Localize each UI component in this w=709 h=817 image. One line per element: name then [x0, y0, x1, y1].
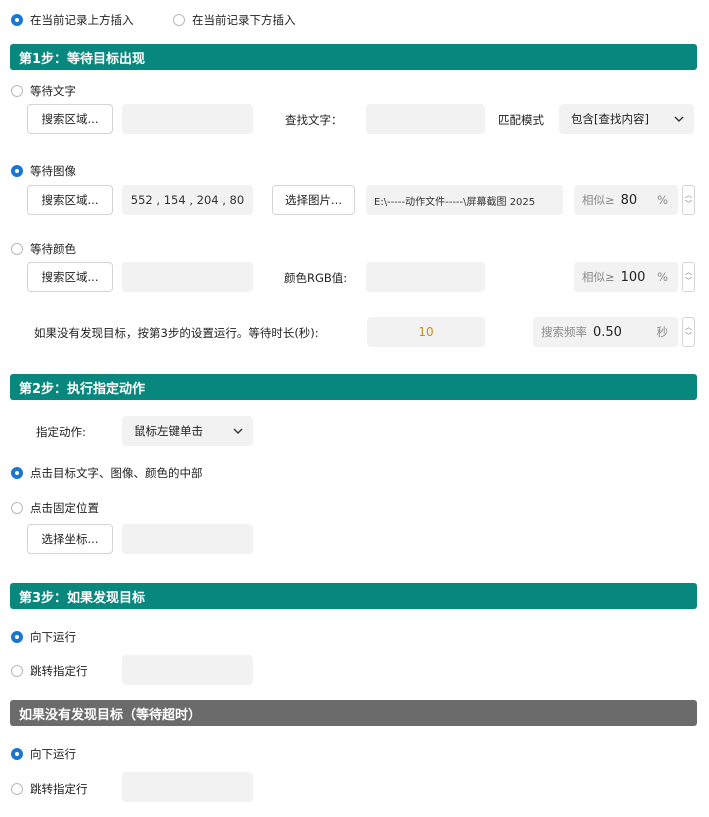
- jump-label: 跳转指定行: [30, 782, 88, 796]
- wait-image-radio[interactable]: 等待图像: [11, 163, 76, 179]
- select-image-button[interactable]: 选择图片...: [272, 185, 355, 215]
- color-similarity-spinbox[interactable]: 相似≥ 100 %: [574, 262, 678, 292]
- wait-color-search-area-button[interactable]: 搜索区域...: [27, 262, 113, 292]
- coordinate-field[interactable]: [122, 524, 253, 554]
- similarity-prefix: 相似≥: [582, 193, 615, 207]
- wait-color-radio[interactable]: 等待颜色: [11, 241, 76, 257]
- run-down-label: 向下运行: [30, 747, 76, 761]
- action-value: 鼠标左键单击: [134, 424, 203, 438]
- wait-text-search-area-button[interactable]: 搜索区域...: [27, 104, 113, 134]
- image-similarity-stepper[interactable]: ︿ ﹀: [682, 185, 695, 215]
- similarity-value: 100: [620, 269, 646, 285]
- timeout-jump-radio[interactable]: 跳转指定行: [11, 781, 88, 797]
- step3-jump-line-input[interactable]: [122, 655, 253, 685]
- step3-header: 第3步：如果发现目标: [10, 583, 697, 609]
- timeout-section-header: 如果没有发现目标（等待超时）: [10, 700, 697, 726]
- step3-jump-radio[interactable]: 跳转指定行: [11, 663, 88, 679]
- timeout-run-down-radio[interactable]: 向下运行: [11, 746, 76, 762]
- click-fixed-radio[interactable]: 点击固定位置: [11, 500, 99, 516]
- click-center-label: 点击目标文字、图像、颜色的中部: [30, 466, 203, 480]
- action-label: 指定动作:: [36, 425, 86, 439]
- timeout-jump-line-input[interactable]: [122, 772, 253, 802]
- wait-text-search-area-field[interactable]: [122, 104, 253, 134]
- insert-below-radio[interactable]: 在当前记录下方插入: [173, 12, 296, 28]
- step2-header: 第2步：执行指定动作: [10, 374, 697, 400]
- match-mode-select[interactable]: 包含[查找内容]: [559, 104, 694, 134]
- step1-header: 第1步：等待目标出现: [10, 44, 697, 70]
- color-similarity-stepper[interactable]: ︿ ﹀: [682, 262, 695, 292]
- search-frequency-spinbox[interactable]: 搜索频率 0.50 秒: [533, 317, 678, 347]
- radio-indicator: [11, 783, 23, 795]
- jump-label: 跳转指定行: [30, 664, 88, 678]
- radio-indicator: [11, 243, 23, 255]
- chevron-down-icon[interactable]: ﹀: [685, 200, 692, 209]
- similarity-unit: %: [657, 193, 668, 207]
- radio-indicator: [11, 665, 23, 677]
- wait-image-label: 等待图像: [30, 164, 76, 178]
- match-mode-label: 匹配模式: [498, 113, 544, 127]
- chevron-down-icon[interactable]: ﹀: [685, 277, 692, 286]
- click-center-radio[interactable]: 点击目标文字、图像、颜色的中部: [11, 465, 203, 481]
- radio-indicator: [11, 85, 23, 97]
- chevron-up-icon[interactable]: ︿: [685, 323, 692, 332]
- radio-indicator: [11, 14, 23, 26]
- insert-above-label: 在当前记录上方插入: [30, 13, 134, 27]
- click-fixed-label: 点击固定位置: [30, 501, 99, 515]
- radio-indicator: [11, 165, 23, 177]
- chevron-up-icon[interactable]: ︿: [685, 268, 692, 277]
- color-rgb-input[interactable]: [366, 262, 485, 292]
- frequency-unit: 秒: [656, 325, 669, 339]
- chevron-down-icon: [233, 428, 243, 434]
- match-mode-value: 包含[查找内容]: [571, 112, 649, 126]
- choose-coordinate-button[interactable]: 选择坐标...: [27, 524, 113, 554]
- chevron-down-icon[interactable]: ﹀: [685, 332, 692, 341]
- radio-indicator: [173, 14, 185, 26]
- insert-below-label: 在当前记录下方插入: [192, 13, 296, 27]
- radio-indicator: [11, 502, 23, 514]
- search-frequency-stepper[interactable]: ︿ ﹀: [682, 317, 695, 347]
- image-path-field[interactable]: E:\-----动作文件-----\屏幕截图 2025: [366, 185, 563, 215]
- run-down-label: 向下运行: [30, 630, 76, 644]
- radio-indicator: [11, 748, 23, 760]
- radio-indicator: [11, 631, 23, 643]
- wait-image-search-area-button[interactable]: 搜索区域...: [27, 185, 113, 215]
- timeout-input[interactable]: 10: [367, 317, 485, 347]
- frequency-value: 0.50: [593, 324, 622, 340]
- wait-color-label: 等待颜色: [30, 242, 76, 256]
- similarity-value: 80: [620, 192, 638, 208]
- color-rgb-label: 颜色RGB值:: [284, 271, 348, 285]
- radio-indicator: [11, 467, 23, 479]
- frequency-prefix: 搜索频率: [541, 325, 587, 339]
- timeout-label: 如果没有发现目标，按第3步的设置运行。等待时长(秒):: [34, 326, 319, 340]
- similarity-unit: %: [657, 270, 668, 284]
- wait-text-radio[interactable]: 等待文字: [11, 83, 76, 99]
- find-text-input[interactable]: [366, 104, 485, 134]
- wait-color-search-area-field[interactable]: [122, 262, 253, 292]
- chevron-up-icon[interactable]: ︿: [685, 191, 692, 200]
- chevron-down-icon: [674, 116, 684, 122]
- similarity-prefix: 相似≥: [582, 270, 615, 284]
- step3-run-down-radio[interactable]: 向下运行: [11, 629, 76, 645]
- wait-image-search-area-field[interactable]: 552 , 154 , 204 , 80: [122, 185, 253, 215]
- action-select[interactable]: 鼠标左键单击: [122, 416, 253, 446]
- image-similarity-spinbox[interactable]: 相似≥ 80 %: [574, 185, 678, 215]
- find-text-label: 查找文字：: [285, 113, 343, 127]
- insert-above-radio[interactable]: 在当前记录上方插入: [11, 12, 134, 28]
- wait-text-label: 等待文字: [30, 84, 76, 98]
